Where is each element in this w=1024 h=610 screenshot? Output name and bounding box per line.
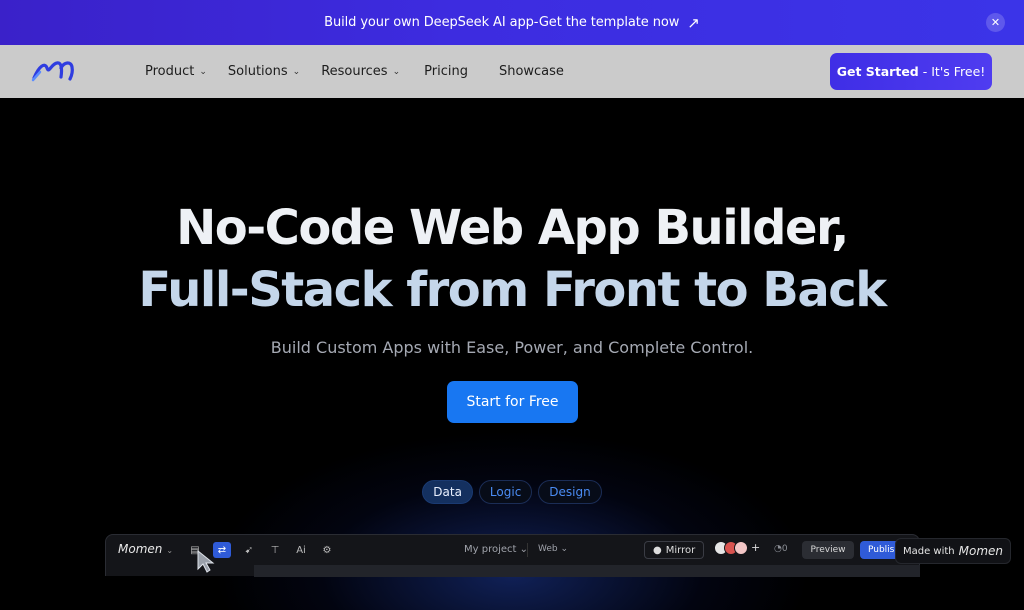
tab-design[interactable]: Design <box>538 480 602 504</box>
app-toolbar: Momen ⌄ ▤ ⇄ ➹ ⊤ Ai ⚙ My project ⌄ Web ⌄ ●… <box>106 535 919 565</box>
mirror-button[interactable]: ● Mirror <box>644 541 705 559</box>
app-logo[interactable]: Momen ⌄ <box>118 542 173 556</box>
toolbar-divider <box>527 543 528 557</box>
start-for-free-button[interactable]: Start for Free <box>447 381 578 423</box>
get-started-strong: Get Started <box>836 64 919 79</box>
hero-title-line2: Full-Stack from Front to Back <box>138 262 887 318</box>
project-selector[interactable]: My project ⌄ <box>464 544 528 555</box>
get-started-button[interactable]: Get Started - It's Free! <box>830 53 992 90</box>
nav-showcase-label: Showcase <box>498 64 564 79</box>
mirror-label: Mirror <box>665 544 696 556</box>
online-count: 0 <box>781 544 788 554</box>
announcement-banner[interactable]: Build your own DeepSeek AI app-Get the t… <box>0 0 1024 45</box>
tab-data[interactable]: Data <box>422 480 473 504</box>
nav-product[interactable]: Product ⌄ <box>145 64 207 79</box>
project-name: My project <box>464 544 517 555</box>
nav-product-label: Product <box>145 64 195 79</box>
made-with-prefix: Made with <box>902 545 955 557</box>
banner-text[interactable]: Build your own DeepSeek AI app-Get the t… <box>324 15 679 30</box>
editor-canvas <box>254 565 920 577</box>
hero-title-line1: No-Code Web App Builder, <box>176 200 849 256</box>
nav-showcase[interactable]: Showcase <box>499 64 564 79</box>
ai-icon[interactable]: Ai <box>292 542 310 558</box>
navbar: Product ⌄ Solutions ⌄ Resources ⌄ Pricin… <box>0 45 1024 98</box>
cursor-icon <box>197 550 215 573</box>
actions-icon[interactable]: ➹ <box>240 542 258 558</box>
settings-icon[interactable]: ⚙ <box>318 542 336 558</box>
hero-glow <box>212 430 812 610</box>
chevron-down-icon: ⌄ <box>392 66 401 77</box>
nav-pricing-label: Pricing <box>424 64 468 79</box>
chevron-down-icon: ⌄ <box>199 66 207 77</box>
preview-button[interactable]: Preview <box>802 541 854 559</box>
feature-tabs: Data Logic Design <box>0 480 1024 504</box>
made-with-badge[interactable]: Made with Momen <box>895 538 1011 564</box>
chevron-down-icon: ⌄ <box>166 546 174 555</box>
chevron-down-icon: ⌄ <box>292 66 301 77</box>
tab-logic[interactable]: Logic <box>478 480 533 504</box>
nav-solutions[interactable]: Solutions ⌄ <box>228 64 300 79</box>
collaborator-avatars[interactable]: + <box>714 541 760 555</box>
made-with-brand: Momen <box>958 544 1004 558</box>
nav-pricing[interactable]: Pricing <box>424 64 468 79</box>
arrow-up-right-icon: ↗ <box>687 13 700 32</box>
add-collaborator-icon[interactable]: + <box>751 541 760 555</box>
components-icon[interactable]: ⊤ <box>266 542 284 558</box>
momen-logo[interactable] <box>31 58 79 84</box>
close-icon[interactable]: ✕ <box>986 13 1005 32</box>
nav-solutions-label: Solutions <box>227 64 288 79</box>
online-users: ◔0 <box>774 544 788 554</box>
avatar <box>734 541 748 555</box>
app-preview: Momen ⌄ ▤ ⇄ ➹ ⊤ Ai ⚙ My project ⌄ Web ⌄ ●… <box>105 534 920 577</box>
hero-subtitle: Build Custom Apps with Ease, Power, and … <box>270 338 754 357</box>
app-logo-text: Momen <box>118 542 163 556</box>
get-started-rest: - It's Free! <box>922 64 986 79</box>
platform-selector[interactable]: Web ⌄ <box>538 544 568 554</box>
nav-resources-label: Resources <box>321 64 388 79</box>
nav-resources[interactable]: Resources ⌄ <box>321 64 400 79</box>
platform-name: Web <box>538 544 558 554</box>
